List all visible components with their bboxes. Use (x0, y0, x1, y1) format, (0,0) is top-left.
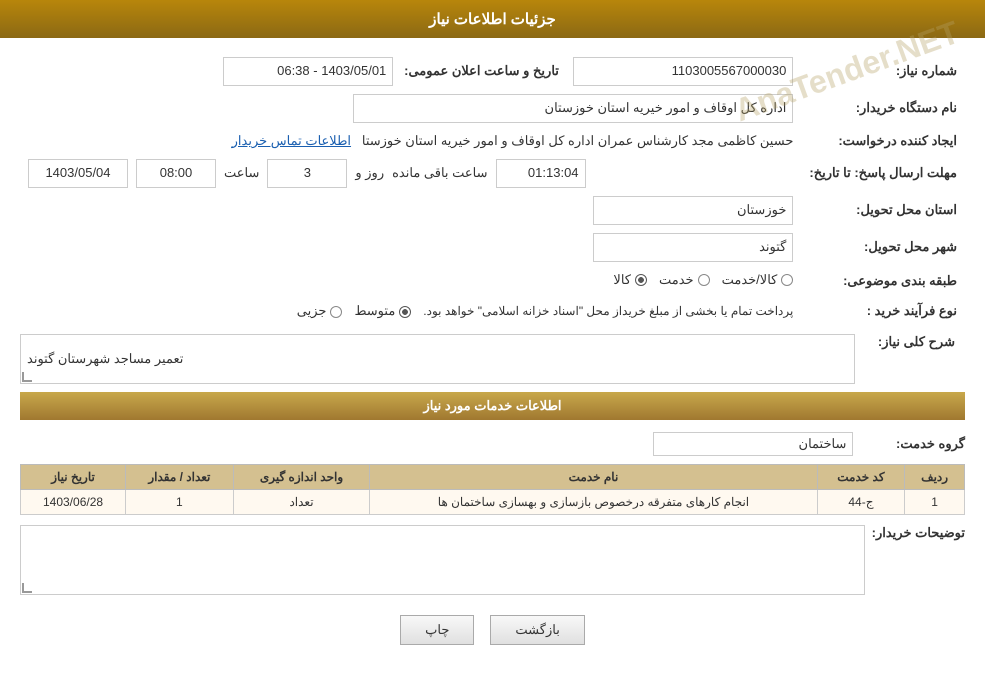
print-button[interactable]: چاپ (400, 615, 474, 645)
deadline-time: 08:00 (136, 159, 216, 188)
col-count: تعداد / مقدار (126, 464, 234, 489)
category-radio-group: کالا/خدمت خدمت کالا (613, 270, 793, 291)
need-desc-value[interactable]: تعمیر مساجد شهرستان گتوند (20, 334, 855, 384)
city-value: گتوند (593, 233, 793, 262)
city-row: شهر محل تحویل: گتوند (20, 229, 965, 266)
process-motovaset[interactable]: متوسط (354, 301, 411, 322)
services-table: ردیف کد خدمت نام خدمت واحد اندازه گیری ت… (20, 464, 965, 515)
process-jozi-label: جزیی (297, 301, 327, 322)
need-number-row: شماره نیاز: 1103005567000030 تاریخ و ساع… (20, 53, 965, 90)
services-table-head: ردیف کد خدمت نام خدمت واحد اندازه گیری ت… (21, 464, 965, 489)
service-group-value: ساختمان (653, 432, 853, 456)
announcement-value: 1403/05/01 - 06:38 (223, 57, 393, 86)
buyer-notes-textarea-wrapper (20, 525, 865, 595)
province-row: استان محل تحویل: خوزستان (20, 192, 965, 229)
deadline-date: 1403/05/04 (28, 159, 128, 188)
need-desc-label: شرح کلی نیاز: (855, 334, 955, 350)
category-khadamat[interactable]: خدمت (659, 270, 710, 291)
buyer-notes-section: توضیحات خریدار: (20, 525, 965, 595)
process-note: پرداخت تمام یا بخشی از مبلغ خریداز محل "… (423, 302, 793, 321)
need-desc-section: شرح کلی نیاز: تعمیر مساجد شهرستان گتوند (20, 334, 965, 384)
creator-row: ایجاد کننده درخواست: حسین کاظمی مجد کارش… (20, 127, 965, 156)
textarea-resize-corner (22, 372, 32, 382)
page-title: جزئیات اطلاعات نیاز (429, 11, 556, 28)
buyer-notes-wrapper (20, 525, 865, 595)
info-table: شماره نیاز: 1103005567000030 تاریخ و ساع… (20, 53, 965, 326)
category-kala-khadamat-label: کالا/خدمت (722, 270, 778, 291)
services-table-header-row: ردیف کد خدمت نام خدمت واحد اندازه گیری ت… (21, 464, 965, 489)
category-kala[interactable]: کالا (613, 270, 647, 291)
deadline-day-label: روز و (355, 163, 384, 184)
services-table-body: 1 ج-44 انجام کارهای متفرقه درخصوص بازساز… (21, 489, 965, 514)
buyer-notes-label: توضیحات خریدار: (865, 525, 965, 541)
deadline-time-label: ساعت (224, 163, 259, 184)
col-date: تاریخ نیاز (21, 464, 126, 489)
category-khadamat-label: خدمت (659, 270, 694, 291)
col-service-name: نام خدمت (370, 464, 817, 489)
process-jozi[interactable]: جزیی (297, 301, 343, 322)
process-radio-group: پرداخت تمام یا بخشی از مبلغ خریداز محل "… (297, 301, 794, 322)
col-service-code: کد خدمت (817, 464, 905, 489)
province-value: خوزستان (593, 196, 793, 225)
process-motovaset-label: متوسط (354, 301, 395, 322)
province-label: استان محل تحویل: (801, 192, 965, 229)
page-container: جزئیات اطلاعات نیاز AnaTender.NET شماره … (0, 0, 985, 691)
process-row: نوع فرآیند خرید : پرداخت تمام یا بخشی از… (20, 297, 965, 326)
deadline-label: مهلت ارسال پاسخ: تا تاریخ: (801, 155, 965, 192)
buyer-org-label: نام دستگاه خریدار: (801, 90, 965, 127)
cell-date: 1403/06/28 (21, 489, 126, 514)
category-kala-radio[interactable] (635, 274, 647, 286)
buyer-org-value: اداره کل اوقاف و امور خیریه استان خوزستا… (353, 94, 793, 123)
cell-service-code: ج-44 (817, 489, 905, 514)
col-row-num: ردیف (905, 464, 965, 489)
deadline-remaining-label: ساعت باقی مانده (392, 163, 487, 184)
buyer-notes-resize-corner (22, 583, 32, 593)
cell-service-name: انجام کارهای متفرقه درخصوص بازسازی و بهس… (370, 489, 817, 514)
buyer-notes-value[interactable] (20, 525, 865, 595)
need-desc-textarea-wrapper: تعمیر مساجد شهرستان گتوند (20, 334, 855, 384)
page-header: جزئیات اطلاعات نیاز (0, 0, 985, 38)
creator-contact-link[interactable]: اطلاعات تماس خریدار (232, 133, 351, 148)
category-khadamat-radio[interactable] (698, 274, 710, 286)
need-number-value: 1103005567000030 (573, 57, 793, 86)
city-label: شهر محل تحویل: (801, 229, 965, 266)
process-label: نوع فرآیند خرید : (801, 297, 965, 326)
category-kala-label: کالا (613, 270, 631, 291)
announcement-label: تاریخ و ساعت اعلان عمومی: (404, 63, 559, 78)
deadline-row: مهلت ارسال پاسخ: تا تاریخ: 01:13:04 ساعت… (20, 155, 965, 192)
need-desc-wrapper: تعمیر مساجد شهرستان گتوند (20, 334, 855, 384)
cell-count: 1 (126, 489, 234, 514)
process-jozi-radio[interactable] (330, 306, 342, 318)
category-kala-khadamat[interactable]: کالا/خدمت (722, 270, 794, 291)
creator-name: حسین کاظمی مجد کارشناس عمران اداره کل او… (362, 133, 793, 148)
category-kala-khadamat-radio[interactable] (781, 274, 793, 286)
service-group-row: گروه خدمت: ساختمان (20, 432, 965, 456)
process-motovaset-radio[interactable] (399, 306, 411, 318)
deadline-days: 3 (267, 159, 347, 188)
services-section-title: اطلاعات خدمات مورد نیاز (20, 392, 965, 420)
table-row: 1 ج-44 انجام کارهای متفرقه درخصوص بازساز… (21, 489, 965, 514)
button-row: بازگشت چاپ (20, 615, 965, 645)
creator-label: ایجاد کننده درخواست: (801, 127, 965, 156)
cell-row-num: 1 (905, 489, 965, 514)
back-button[interactable]: بازگشت (490, 615, 584, 645)
deadline-remaining-value: 01:13:04 (496, 159, 586, 188)
category-label: طبقه بندی موضوعی: (801, 266, 965, 297)
col-unit: واحد اندازه گیری (233, 464, 370, 489)
service-group-label: گروه خدمت: (865, 436, 965, 452)
category-row: طبقه بندی موضوعی: کالا/خدمت خدمت (20, 266, 965, 297)
need-number-label: شماره نیاز: (801, 53, 965, 90)
cell-unit: تعداد (233, 489, 370, 514)
buyer-org-row: نام دستگاه خریدار: اداره کل اوقاف و امور… (20, 90, 965, 127)
content-area: AnaTender.NET شماره نیاز: 11030055670000… (0, 38, 985, 670)
